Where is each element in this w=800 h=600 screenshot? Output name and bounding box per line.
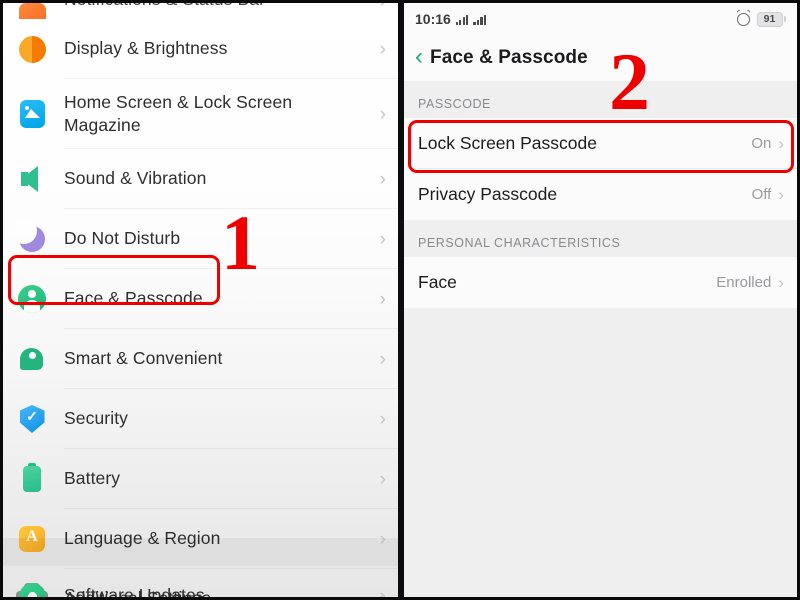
sidebar-item-security[interactable]: Security ›: [3, 389, 398, 449]
face-passcode-icon: [17, 284, 47, 314]
signal-bars-icon-2: [473, 14, 487, 25]
row-privacy-passcode[interactable]: Privacy Passcode Off ›: [404, 169, 797, 220]
battery-status-icon: 91: [756, 11, 786, 27]
row-lock-screen-passcode[interactable]: Lock Screen Passcode On ›: [404, 118, 797, 169]
battery-icon: [17, 463, 47, 494]
chevron-right-icon: ›: [379, 408, 386, 430]
chevron-right-icon: ›: [379, 288, 386, 310]
back-chevron-icon[interactable]: ‹: [415, 44, 423, 69]
chevron-right-icon: ›: [379, 468, 386, 490]
status-bar-time: 10:16: [415, 11, 451, 27]
row-label: Face: [418, 272, 457, 292]
sidebar-item-notifications[interactable]: Notifications & Status Bar ›: [3, 3, 398, 19]
face-passcode-panel: 10:16 91 ‹ Face & Passcode PASSCODE Lock…: [404, 3, 797, 597]
sidebar-item-label: Do Not Disturb: [64, 228, 181, 249]
sidebar-item-label: Smart & Convenient: [64, 348, 223, 369]
sidebar-item-label: Home Screen & Lock Screen Magazine: [64, 91, 293, 135]
row-value: On: [751, 135, 772, 152]
notifications-icon: [17, 3, 47, 19]
sidebar-item-label: Notifications & Status Bar: [64, 3, 374, 11]
sidebar-item-label: Battery: [64, 468, 121, 489]
page-title: Face & Passcode: [430, 47, 588, 68]
row-value: Enrolled: [716, 274, 772, 291]
sidebar-item-home-screen[interactable]: Home Screen & Lock Screen Magazine ›: [3, 79, 398, 149]
signal-bars-icon: [455, 14, 469, 25]
list-shade: [3, 538, 398, 566]
alarm-clock-icon: [736, 12, 750, 26]
row-value: Off: [751, 186, 772, 203]
nav-header: ‹ Face & Passcode: [404, 35, 797, 81]
chevron-right-icon: ›: [379, 38, 386, 60]
home-screen-icon: [17, 99, 47, 129]
sidebar-item-display-brightness[interactable]: Display & Brightness ›: [3, 19, 398, 79]
section-header-passcode: PASSCODE: [404, 81, 797, 118]
sidebar-item-sound-vibration[interactable]: Sound & Vibration ›: [3, 149, 398, 209]
row-label: Privacy Passcode: [418, 184, 558, 204]
display-brightness-icon: [17, 34, 47, 64]
row-label: Lock Screen Passcode: [418, 133, 597, 153]
row-face[interactable]: Face Enrolled ›: [404, 257, 797, 308]
moon-icon: [11, 218, 47, 254]
sidebar-item-label: Sound & Vibration: [64, 168, 207, 189]
chevron-right-icon: ›: [379, 168, 386, 190]
shield-icon: [17, 404, 47, 434]
chevron-right-icon: ›: [778, 272, 784, 292]
sidebar-item-battery[interactable]: Battery ›: [3, 449, 398, 509]
sidebar-item-label: Security: [64, 408, 129, 429]
chevron-right-icon: ›: [778, 184, 784, 204]
chevron-right-icon: ›: [379, 585, 386, 598]
sound-icon: [17, 164, 47, 194]
chevron-right-icon: ›: [380, 3, 386, 11]
status-bar: 10:16 91: [404, 3, 797, 35]
sidebar-item-label: Face & Passcode: [64, 288, 203, 309]
sidebar-item-do-not-disturb[interactable]: Do Not Disturb ›: [3, 209, 398, 269]
chevron-right-icon: ›: [379, 228, 386, 250]
sidebar-item-smart-convenient[interactable]: Smart & Convenient ›: [3, 329, 398, 389]
battery-tip: [783, 16, 786, 22]
battery-percent-label: 91: [756, 11, 783, 27]
section-header-personal-characteristics: PERSONAL CHARACTERISTICS: [404, 220, 797, 257]
sidebar-item-face-passcode[interactable]: Face & Passcode ›: [3, 269, 398, 329]
settings-list-panel: Notifications & Status Bar › Display & B…: [3, 3, 398, 597]
chevron-right-icon: ›: [379, 103, 386, 125]
screenshot-root: Notifications & Status Bar › Display & B…: [0, 0, 800, 600]
sidebar-item-label: Software Updates: [64, 585, 205, 597]
sidebar-item-label: Display & Brightness: [64, 38, 228, 59]
sidebar-item-software-updates[interactable]: Software Updates ›: [3, 566, 398, 597]
chevron-right-icon: ›: [778, 133, 784, 153]
smart-convenient-icon: [17, 344, 47, 374]
chevron-right-icon: ›: [379, 348, 386, 370]
